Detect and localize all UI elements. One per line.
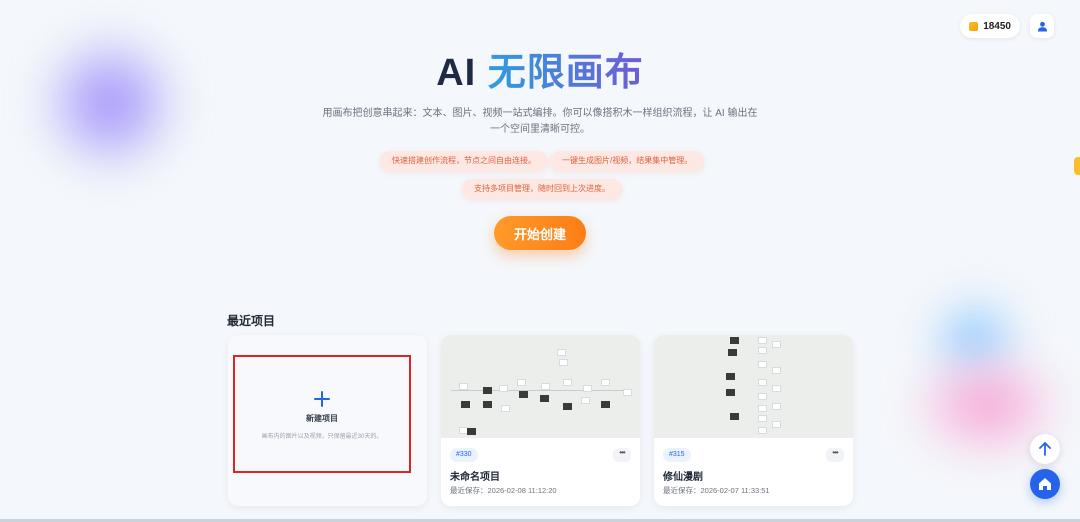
user-avatar-button[interactable] bbox=[1030, 14, 1054, 38]
project-saved-time: 最近保存：2026-02-08 11:12:20 bbox=[450, 486, 557, 495]
new-project-hint: 画布内的图片以及视频，只保留最近30天的。 bbox=[261, 434, 383, 440]
credits-badge[interactable]: 18450 bbox=[960, 14, 1020, 38]
title-ai: AI bbox=[436, 52, 477, 94]
plus-icon bbox=[314, 391, 330, 407]
project-card[interactable]: #330 ••• 未命名项目 最近保存：2026-02-08 11:12:20 bbox=[441, 335, 640, 506]
credits-value: 18450 bbox=[983, 20, 1011, 32]
recent-projects-title: 最近项目 bbox=[227, 314, 276, 328]
top-bar: 18450 bbox=[960, 14, 1054, 38]
project-thumbnail bbox=[654, 335, 853, 438]
side-drawer-handle[interactable] bbox=[1074, 157, 1080, 175]
new-project-label: 新建项目 bbox=[306, 414, 338, 423]
feature-tag-projects: 支持多项目管理，随时回到上次进度。 bbox=[462, 179, 622, 199]
new-project-card[interactable]: 新建项目 画布内的图片以及视频，只保留最近30天的。 bbox=[228, 335, 427, 506]
project-id-badge: #330 bbox=[450, 448, 478, 462]
project-thumbnail bbox=[441, 335, 640, 438]
home-button[interactable] bbox=[1030, 469, 1060, 499]
project-id-badge: #315 bbox=[663, 448, 691, 462]
more-options-button[interactable]: ••• bbox=[613, 448, 631, 462]
project-saved-time: 最近保存：2026-02-07 11:33:51 bbox=[663, 486, 770, 495]
home-icon bbox=[1039, 478, 1051, 490]
project-card[interactable]: #315 ••• 修仙漫剧 最近保存：2026-02-07 11:33:51 bbox=[654, 335, 853, 506]
start-create-button[interactable]: 开始创建 bbox=[494, 216, 586, 250]
title-canvas: 无限画布 bbox=[487, 52, 644, 94]
hero-description: 用画布把创意串起来：文本、图片、视频一站式编排。你可以像搭积木一样组织流程，让 … bbox=[322, 108, 758, 135]
scroll-to-top-button[interactable] bbox=[1030, 434, 1060, 464]
project-meta: #315 ••• 修仙漫剧 最近保存：2026-02-07 11:33:51 bbox=[654, 438, 853, 506]
more-options-button[interactable]: ••• bbox=[826, 448, 844, 462]
page-title: AI 无限画布 bbox=[0, 50, 1080, 96]
project-name: 修仙漫剧 bbox=[663, 472, 703, 483]
new-project-highlight: 新建项目 画布内的图片以及视频，只保留最近30天的。 bbox=[233, 355, 411, 473]
project-meta: #330 ••• 未命名项目 最近保存：2026-02-08 11:12:20 bbox=[441, 438, 640, 506]
arrow-up-icon bbox=[1039, 442, 1051, 456]
user-icon bbox=[1037, 21, 1047, 32]
feature-tag-workflow: 快速搭建创作流程，节点之间自由连接。 bbox=[380, 151, 548, 171]
feature-tag-generate: 一键生成图片/视频，结果集中管理。 bbox=[550, 151, 705, 171]
project-name: 未命名项目 bbox=[450, 472, 500, 483]
coin-icon bbox=[969, 21, 979, 31]
